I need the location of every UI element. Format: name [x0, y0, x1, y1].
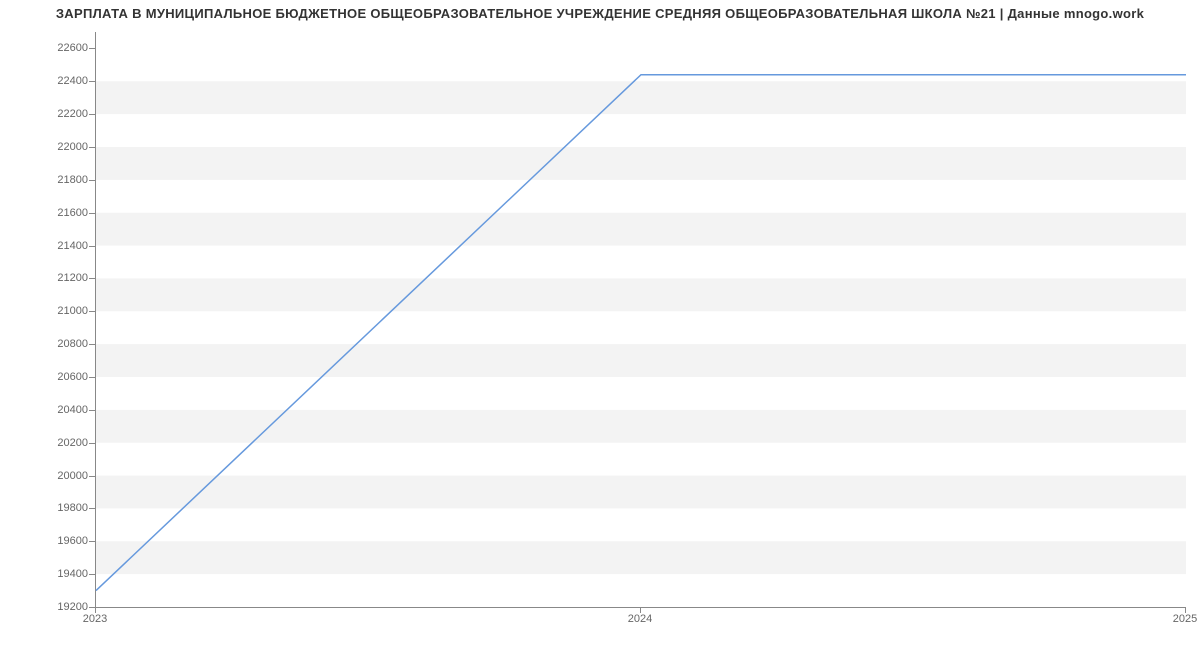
y-tick-label: 19800: [38, 502, 88, 514]
y-tick-label: 20200: [38, 437, 88, 449]
y-tick-label: 20400: [38, 404, 88, 416]
x-tick-label: 2025: [1173, 613, 1197, 625]
y-tick-label: 22400: [38, 75, 88, 87]
x-tick-label: 2023: [83, 613, 107, 625]
y-tick-label: 19400: [38, 568, 88, 580]
chart-svg: [96, 32, 1186, 607]
y-tick-label: 19200: [38, 601, 88, 613]
chart-container: ЗАРПЛАТА В МУНИЦИПАЛЬНОЕ БЮДЖЕТНОЕ ОБЩЕО…: [0, 0, 1200, 650]
chart-title: ЗАРПЛАТА В МУНИЦИПАЛЬНОЕ БЮДЖЕТНОЕ ОБЩЕО…: [0, 6, 1200, 21]
y-tick-label: 22000: [38, 141, 88, 153]
y-tick-label: 22600: [38, 42, 88, 54]
y-tick-label: 19600: [38, 535, 88, 547]
y-tick-label: 21800: [38, 174, 88, 186]
y-tick-label: 21400: [38, 240, 88, 252]
plot-area: [95, 32, 1186, 608]
y-tick-label: 21600: [38, 207, 88, 219]
y-tick-label: 21200: [38, 272, 88, 284]
y-tick-label: 20800: [38, 338, 88, 350]
x-tick-label: 2024: [628, 613, 652, 625]
y-tick-label: 22200: [38, 108, 88, 120]
y-tick-label: 20000: [38, 470, 88, 482]
y-tick-label: 20600: [38, 371, 88, 383]
y-tick-label: 21000: [38, 305, 88, 317]
